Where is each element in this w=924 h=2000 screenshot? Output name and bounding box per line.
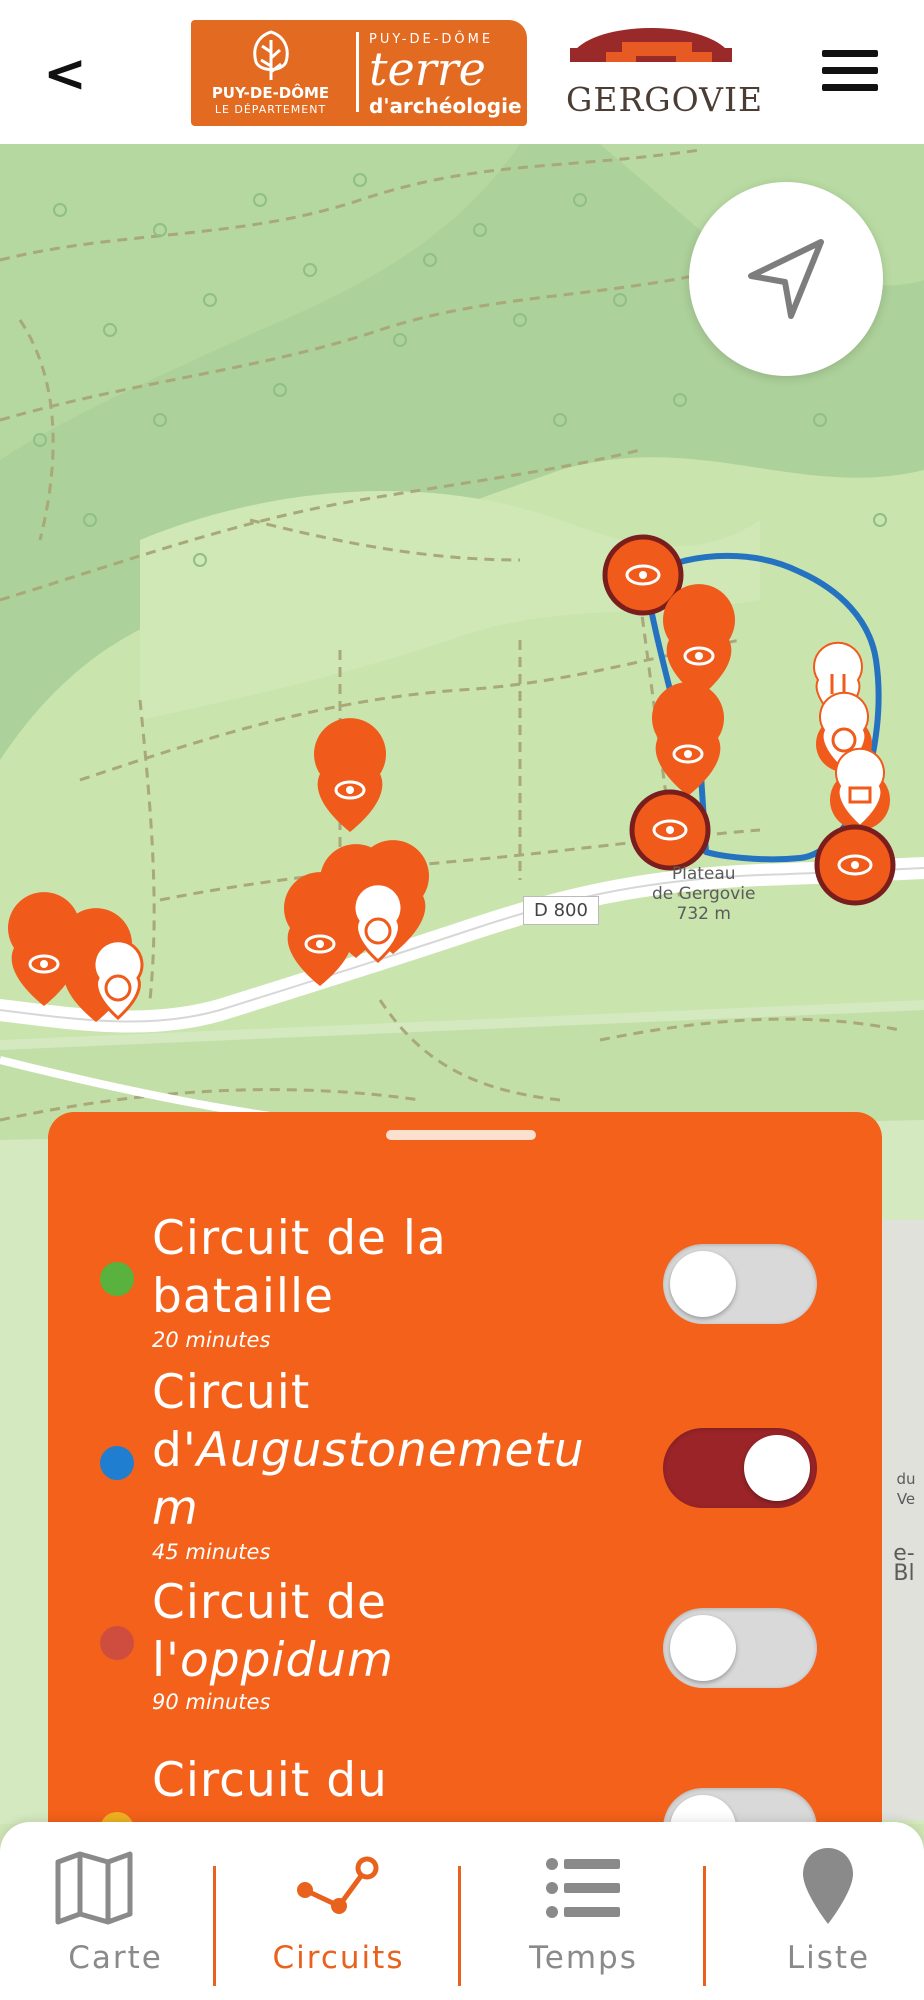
circuit-color-dot	[100, 1446, 134, 1480]
menu-button[interactable]	[822, 50, 878, 94]
road-label: D 800	[523, 896, 599, 925]
list-icon	[546, 1858, 620, 1918]
tab-divider	[458, 1866, 461, 1986]
place-label: Plateau de Gergovie 732 m	[652, 864, 756, 924]
department-subtitle: LE DÉPARTEMENT	[214, 103, 327, 116]
toggle-knob	[744, 1435, 810, 1501]
locate-me-button[interactable]	[689, 182, 883, 376]
logo-divider	[356, 32, 359, 112]
gergovie-emblem-icon	[570, 28, 732, 62]
circuit-color-dot	[100, 1626, 134, 1660]
gergovie-logo: GERGOVIE	[566, 18, 764, 119]
department-name: PUY-DE-DÔME	[211, 84, 330, 102]
tab-liste[interactable]: Liste	[713, 1822, 924, 2000]
location-pin-icon	[803, 1848, 853, 1924]
toggle-knob	[670, 1251, 736, 1317]
circuits-sheet: Circuit de la bataille 20 minutes Circui…	[48, 1112, 882, 1868]
tab-temps[interactable]: Temps	[468, 1822, 699, 2000]
tab-label: Liste	[786, 1940, 871, 1976]
circuit-toggle[interactable]	[663, 1608, 817, 1688]
circuit-duration: 20 minutes	[152, 1328, 271, 1352]
tree-icon	[253, 30, 289, 80]
edge-label: du Ve	[896, 1470, 916, 1508]
circuit-color-dot	[100, 1262, 134, 1296]
tab-carte[interactable]: Carte	[0, 1822, 231, 2000]
hamburger-icon	[822, 50, 878, 57]
circuit-toggle[interactable]	[663, 1428, 817, 1508]
circuit-toggle[interactable]	[663, 1244, 817, 1324]
map-icon	[55, 1851, 133, 1925]
circuit-title: Circuit de la bataille	[152, 1211, 447, 1324]
back-button[interactable]: <	[40, 44, 90, 104]
tab-label: Carte	[68, 1940, 163, 1976]
circuit-duration: 45 minutes	[152, 1540, 271, 1564]
gergovie-name: GERGOVIE	[566, 80, 764, 119]
tab-divider	[703, 1866, 706, 1986]
navigation-arrow-icon	[748, 239, 824, 319]
tab-divider	[213, 1866, 216, 1986]
circuit-title: Circuit de l'oppidum	[152, 1575, 394, 1688]
tab-circuits[interactable]: Circuits	[223, 1822, 454, 2000]
bottom-tab-bar: Carte Circuits Temps Liste	[0, 1822, 924, 2000]
app-header: < PUY-DE-DÔME LE DÉPARTEMENT PUY-DE-DÔME…	[0, 0, 924, 144]
tab-label: Circuits	[272, 1940, 405, 1976]
tab-label: Temps	[529, 1940, 638, 1976]
circuit-title: Circuit du	[152, 1753, 388, 1808]
route-icon	[297, 1856, 379, 1914]
circuit-title: Circuit d'Augustonemetu m	[152, 1365, 585, 1536]
sheet-drag-handle[interactable]	[386, 1130, 536, 1140]
toggle-knob	[670, 1615, 736, 1681]
edge-label: e-Bl	[893, 1541, 915, 1586]
brand-name: terre	[369, 42, 486, 96]
puy-de-dome-logo: PUY-DE-DÔME LE DÉPARTEMENT PUY-DE-DÔME t…	[191, 20, 527, 126]
circuit-duration: 90 minutes	[152, 1690, 271, 1714]
brand-subtitle: d'archéologie	[369, 94, 522, 118]
